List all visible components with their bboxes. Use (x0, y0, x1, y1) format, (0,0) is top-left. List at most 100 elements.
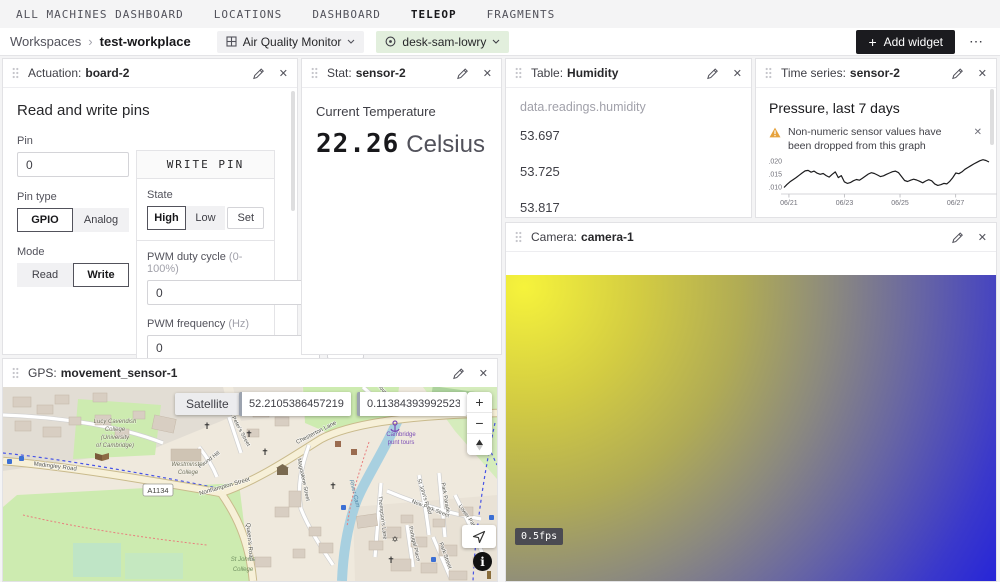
widget-scrollbar[interactable] (291, 91, 295, 211)
pwm-duty-input[interactable] (147, 280, 320, 305)
pin-type-analog-button[interactable]: Analog (73, 208, 129, 232)
close-icon[interactable]: ✕ (279, 67, 288, 80)
machine-dropdown-label: desk-sam-lowry (402, 35, 486, 49)
edit-pencil-icon[interactable] (706, 67, 719, 80)
pin-input[interactable] (17, 152, 129, 177)
map-label: of Cambridge) (96, 443, 134, 449)
breadcrumb-workspaces[interactable]: Workspaces (10, 34, 81, 49)
locate-button[interactable] (462, 525, 496, 548)
widget-resource-name: movement_sensor-1 (61, 366, 178, 380)
nav-locations[interactable]: LOCATIONS (214, 8, 283, 21)
plus-icon: + (868, 35, 876, 49)
widget-resource-name: camera-1 (581, 230, 634, 244)
widget-camera: Camera: camera-1 ✕ 0.5fps (505, 222, 997, 582)
drag-handle-icon[interactable] (765, 67, 772, 79)
drag-handle-icon[interactable] (515, 231, 522, 243)
mode-read-button[interactable]: Read (17, 263, 73, 287)
compass-button[interactable] (467, 434, 492, 455)
map-label: St John's (231, 557, 256, 563)
widget-resource-name: sensor-2 (356, 66, 406, 80)
map-church-icon: ✝ (329, 481, 337, 491)
edit-pencil-icon[interactable] (452, 367, 465, 380)
map-label: College (178, 470, 199, 476)
pin-label: Pin (17, 135, 129, 147)
map-label: Westminster (171, 462, 205, 468)
location-icon (226, 36, 237, 47)
table-column-header: data.readings.humidity (520, 100, 737, 114)
zoom-in-button[interactable]: + (467, 392, 492, 413)
widget-header: Time series: sensor-2 ✕ (756, 59, 996, 88)
machine-icon (385, 36, 396, 47)
nav-all-machines-dashboard[interactable]: ALL MACHINES DASHBOARD (16, 8, 184, 21)
map-attribution-info-button[interactable]: i (473, 552, 492, 571)
stat-unit: Celsius (406, 131, 485, 158)
map-synagogue-icon: ✡ (392, 535, 399, 544)
latitude-input[interactable] (239, 392, 351, 416)
add-widget-label: Add widget (884, 35, 943, 49)
stat-body: Current Temperature 22.26Celsius (302, 88, 501, 175)
nav-dashboard[interactable]: DASHBOARD (312, 8, 381, 21)
edit-pencil-icon[interactable] (252, 67, 265, 80)
timeseries-body: Pressure, last 7 days Non-numeric sensor… (756, 88, 996, 219)
pressure-line (784, 160, 989, 188)
drag-handle-icon[interactable] (12, 367, 19, 379)
close-icon[interactable]: ✕ (733, 67, 742, 80)
y-tick-label: 1015 (769, 172, 782, 179)
warning-text: Non-numeric sensor values have been drop… (788, 125, 956, 153)
machine-dropdown[interactable]: desk-sam-lowry (376, 31, 509, 53)
close-icon[interactable]: ✕ (978, 67, 987, 80)
widget-title: Table: (531, 66, 563, 80)
state-set-button[interactable]: Set (227, 207, 264, 229)
pwm-freq-input[interactable] (147, 335, 320, 360)
widget-header: GPS: movement_sensor-1 ✕ (3, 359, 497, 388)
location-dropdown-label: Air Quality Monitor (243, 35, 342, 49)
state-low-button[interactable]: Low (186, 206, 225, 230)
map-church-icon: ✝ (203, 421, 211, 431)
edit-pencil-icon[interactable] (951, 67, 964, 80)
mode-write-button[interactable]: Write (73, 263, 129, 287)
location-dropdown[interactable]: Air Quality Monitor (217, 31, 365, 53)
map-label: punt tours (388, 440, 415, 446)
satellite-toggle-button[interactable]: Satellite (175, 393, 240, 415)
drag-handle-icon[interactable] (515, 67, 522, 79)
widget-title: Camera: (531, 230, 577, 244)
map-canvas[interactable]: ✝ ✝ ✝ ✝ ✝ ✡ (3, 387, 497, 581)
table-row: 53.817 (520, 193, 737, 222)
mode-label: Mode (17, 246, 129, 258)
state-high-button[interactable]: High (147, 206, 186, 230)
edit-pencil-icon[interactable] (456, 67, 469, 80)
write-pin-panel: WRITE PIN State High Low Set PWM duty cy… (136, 150, 275, 371)
map-monument-icon (487, 571, 491, 579)
map-tower-icon (351, 449, 357, 455)
edit-pencil-icon[interactable] (951, 231, 964, 244)
map-label: College (233, 567, 254, 573)
warning-close-icon[interactable]: ✕ (968, 125, 988, 140)
close-icon[interactable]: ✕ (479, 367, 488, 380)
widget-scrollbar[interactable] (990, 89, 994, 145)
map-svg: ✝ ✝ ✝ ✝ ✝ ✡ (3, 387, 497, 581)
pwm-freq-hint: (Hz) (228, 318, 249, 330)
nav-fragments[interactable]: FRAGMENTS (487, 8, 556, 21)
close-icon[interactable]: ✕ (483, 67, 492, 80)
nav-teleop[interactable]: TELEOP (411, 8, 457, 21)
toolbar: Workspaces › test-workplace Air Quality … (0, 28, 1000, 56)
warning-triangle-icon (769, 127, 781, 138)
widget-header: Table: Humidity ✕ (506, 59, 751, 88)
drag-handle-icon[interactable] (12, 67, 19, 79)
longitude-input[interactable] (357, 392, 467, 416)
breadcrumb-current: test-workplace (100, 34, 191, 49)
drag-handle-icon[interactable] (311, 67, 318, 79)
widget-title: Time series: (781, 66, 846, 80)
x-tick-label: 06/27 (947, 200, 965, 207)
overflow-menu-icon[interactable]: ⋯ (969, 33, 984, 50)
close-icon[interactable]: ✕ (978, 231, 987, 244)
widget-header: Actuation: board-2 ✕ (3, 59, 297, 88)
x-tick-label: 06/25 (891, 200, 909, 207)
widget-gps: GPS: movement_sensor-1 ✕ (2, 358, 498, 582)
add-widget-button[interactable]: + Add widget (856, 30, 955, 54)
actuation-body: Read and write pins Pin Pin type GPIO An… (3, 88, 297, 355)
pwm-duty-label: PWM duty cycle (0-100%) (147, 251, 264, 275)
zoom-out-button[interactable]: − (467, 413, 492, 434)
widget-title: Actuation: (28, 66, 81, 80)
pin-type-gpio-button[interactable]: GPIO (17, 208, 73, 232)
